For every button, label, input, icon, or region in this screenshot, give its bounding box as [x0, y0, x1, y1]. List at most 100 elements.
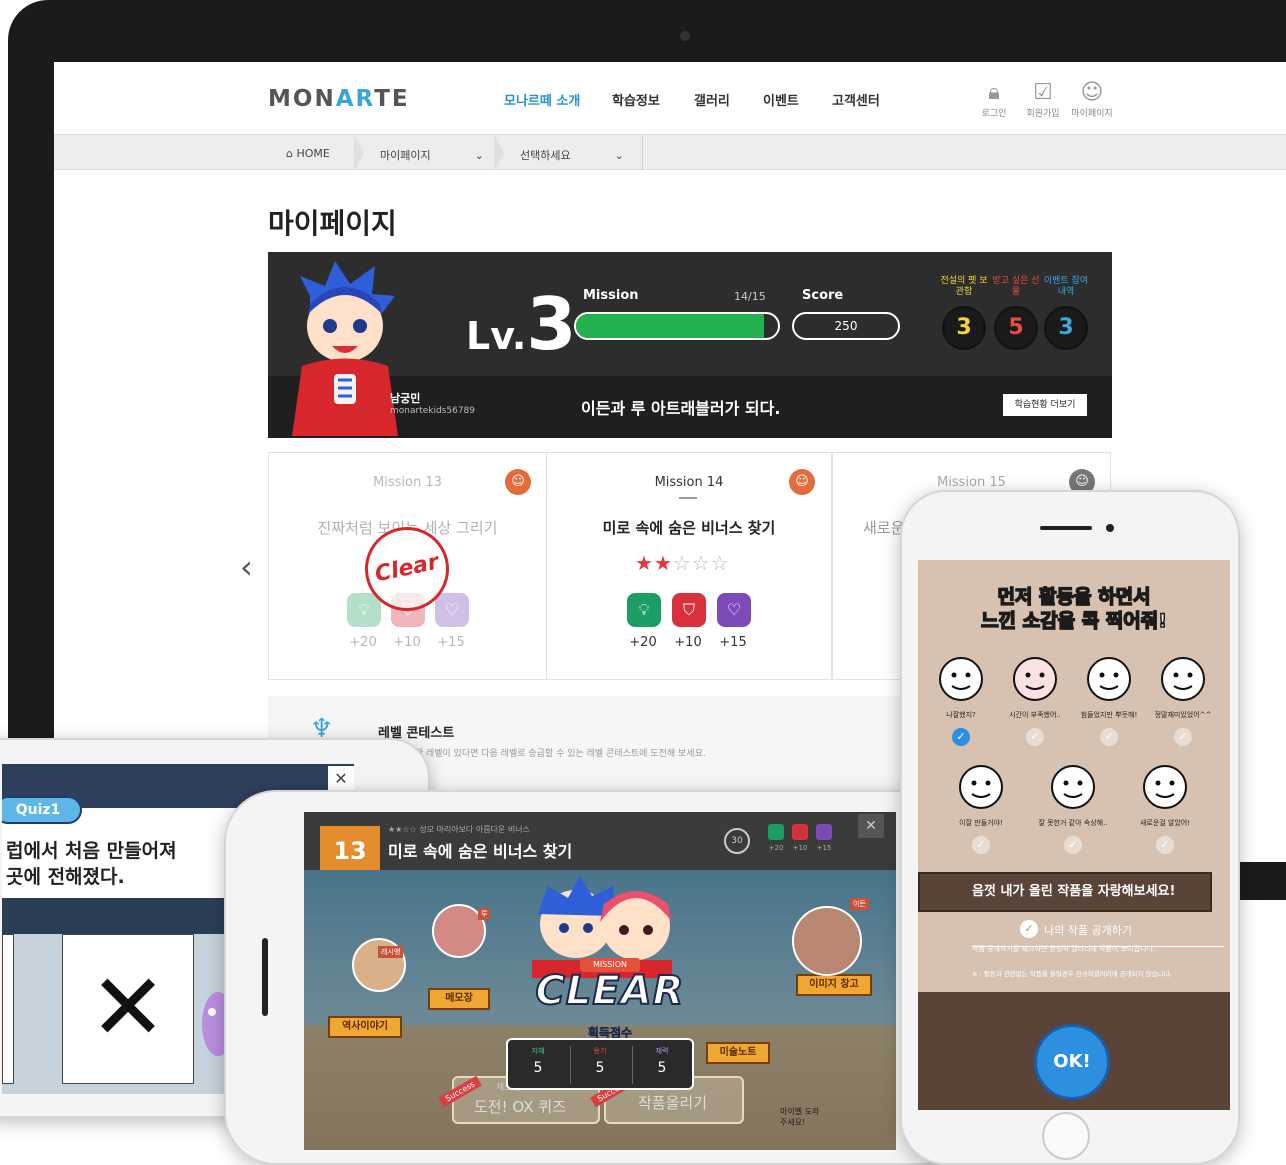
- emotion-radio[interactable]: ✓: [1026, 728, 1044, 746]
- close-icon[interactable]: ✕: [858, 814, 884, 838]
- nav-event[interactable]: 이벤트: [763, 90, 799, 109]
- share-checkbox[interactable]: ✓: [1020, 920, 1038, 938]
- close-icon[interactable]: ✕: [328, 766, 354, 792]
- mini-wealth-icon: [816, 824, 832, 840]
- emotion-radio[interactable]: ✓: [1156, 836, 1174, 854]
- sign-memo[interactable]: 메모장: [428, 988, 490, 1010]
- emotion-face-icon[interactable]: [1012, 656, 1058, 706]
- counter-pets[interactable]: 3: [942, 306, 986, 350]
- earned-label-courage: 용기: [593, 1047, 607, 1055]
- star-icon: ★: [635, 551, 654, 575]
- emotion-radio[interactable]: ✓: [952, 728, 970, 746]
- carousel-prev-icon[interactable]: ‹: [240, 548, 253, 586]
- page-title: 마이페이지: [268, 207, 397, 240]
- bubble-label: 레시앵: [378, 946, 404, 958]
- login-link[interactable]: 🔒︎ 로그인: [969, 80, 1019, 119]
- quiz-text-line-2: 곳에 전해졌다.: [6, 866, 125, 888]
- emotion-radio[interactable]: ✓: [1100, 728, 1118, 746]
- emotion-face-icon[interactable]: [1050, 764, 1096, 814]
- earned-value-wealth: 5: [657, 1060, 667, 1076]
- emotion-radio[interactable]: ✓: [972, 836, 990, 854]
- star-icon: ☆: [672, 551, 692, 575]
- points-wisdom: +20: [349, 635, 377, 650]
- counter-events[interactable]: 3: [1044, 306, 1088, 350]
- title-divider: [679, 497, 697, 499]
- breadcrumb-divider: [642, 135, 643, 171]
- answer-x-card[interactable]: ✕: [62, 934, 194, 1084]
- points-courage: +10: [674, 635, 702, 650]
- speaker-slot: [1040, 526, 1092, 530]
- front-camera: [1106, 524, 1114, 532]
- nav-support[interactable]: 고객센터: [832, 90, 880, 109]
- emotion-radio[interactable]: ✓: [1064, 836, 1082, 854]
- mission-card-14[interactable]: Mission 14 ☺ 미로 속에 숨은 비너스 찾기 ★★☆☆☆ 💡︎ ⛉ …: [546, 452, 832, 680]
- mascot-icon: ☺: [505, 469, 531, 495]
- courage-badge-icon: ⛉: [672, 593, 706, 627]
- emotion-label: 정말재미있었어^^: [1154, 711, 1212, 719]
- stage-title: 미로 속에 숨은 비너스 찾기: [388, 842, 573, 861]
- upload-work-label: 작품올리기: [638, 1094, 708, 1112]
- sign-history[interactable]: 역사이야기: [328, 1016, 402, 1038]
- sign-art-note[interactable]: 미술노트: [706, 1042, 770, 1064]
- home-button[interactable]: [1042, 1112, 1090, 1160]
- camera-dot: [680, 31, 690, 41]
- level-contest-desc: …을 완료한 레벨이 있다면 다음 레벨로 승급할 수 있는 레벨 콘테스트에 …: [378, 749, 706, 759]
- earned-value-wisdom: 5: [533, 1060, 543, 1076]
- feedback-title-1: 먼저 활동을 하면서: [997, 585, 1152, 609]
- game-phone: 13 ★★☆☆ 성모 마리아보다 아름다운 비너스 미로 속에 숨은 비너스 찾…: [224, 790, 970, 1165]
- points-wisdom: +20: [629, 635, 657, 650]
- mission-card-13[interactable]: Mission 13 ☺ 진짜처럼 보이는 세상 그리기 💡︎ ⛉ ♡ +20 …: [268, 452, 547, 680]
- nav-learning[interactable]: 학습정보: [612, 90, 660, 109]
- timer-icon: 30: [724, 828, 750, 854]
- counter-gifts[interactable]: 5: [994, 306, 1038, 350]
- breadcrumb-home[interactable]: ⌂ HOME: [286, 147, 330, 160]
- answer-o-card[interactable]: [2, 934, 14, 1084]
- counter-label-gifts: 받고 싶은 선물: [992, 276, 1040, 297]
- emotion-label: 힘들었지만 뿌듯해!: [1080, 711, 1138, 719]
- mission-label: Mission: [583, 288, 639, 303]
- emotion-face-icon[interactable]: [1142, 764, 1188, 814]
- divider: [632, 1046, 633, 1084]
- emotion-face-icon[interactable]: [938, 656, 984, 706]
- user-id: monartekids56789: [390, 406, 476, 416]
- earned-points-box: 지혜 용기 재력 5 5 5: [506, 1038, 694, 1090]
- star-icon: ☆: [710, 551, 730, 575]
- share-checkbox-label: 나의 작품 공개하기: [1044, 924, 1132, 937]
- emotion-face-icon[interactable]: [958, 764, 1004, 814]
- nav-gallery[interactable]: 갤러리: [694, 90, 730, 109]
- user-check-icon: ☑: [1033, 80, 1053, 105]
- mypage-link[interactable]: ☺ 마이페이지: [1067, 80, 1117, 119]
- wealth-badge-icon: ♡: [717, 593, 751, 627]
- level-display: Lv.3: [466, 282, 577, 366]
- star-icon: ☆: [691, 551, 711, 575]
- level-quote: 이든과 루 아트래블러가 되다.: [581, 399, 781, 418]
- star-rating: ★★☆☆☆: [635, 551, 730, 575]
- breadcrumb-select-1[interactable]: 마이페이지 ⌄: [380, 147, 484, 163]
- lock-icon: 🔒︎: [988, 80, 1000, 105]
- nav-about[interactable]: 모나르떼 소개: [504, 90, 580, 109]
- profile-banner: Lv.3 Mission 14/15 Score 250 전설의 펫 보관함 받…: [268, 252, 1112, 438]
- score-value: 250: [792, 312, 900, 340]
- emotion-radio[interactable]: ✓: [1174, 728, 1192, 746]
- earned-value-courage: 5: [595, 1060, 605, 1076]
- chevron-down-icon: ⌄: [614, 149, 624, 162]
- earned-label-wealth: 재력: [655, 1047, 669, 1055]
- chevron-down-icon: ⌄: [474, 149, 484, 162]
- feedback-title-2: 느낀 소감을 콕 찍어줘!: [980, 609, 1167, 633]
- logo[interactable]: MONARTE: [268, 86, 410, 112]
- ox-quiz-label: 도전! OX 퀴즈: [474, 1098, 566, 1116]
- signup-link[interactable]: ☑ 회원가입: [1018, 80, 1068, 119]
- earned-label-wisdom: 지혜: [531, 1047, 545, 1055]
- breadcrumb-select-2[interactable]: 선택하세요 ⌄: [520, 147, 624, 163]
- breadcrumb-divider: [354, 135, 364, 171]
- wealth-badge-icon: ♡: [435, 593, 469, 627]
- mission-name: 미로 속에 숨은 비너스 찾기: [602, 519, 776, 537]
- stage-meta: ★★☆☆ 성모 마리아보다 아름다운 비너스: [388, 825, 530, 834]
- sign-image-storage[interactable]: 이미지 창고: [796, 974, 872, 996]
- learning-status-more-button[interactable]: 학습현황 더보기: [1003, 394, 1087, 416]
- emotion-face-icon[interactable]: [1086, 656, 1132, 706]
- breadcrumb-divider: [494, 135, 504, 171]
- ok-button[interactable]: OK!: [1034, 1024, 1110, 1100]
- emotion-face-icon[interactable]: [1160, 656, 1206, 706]
- character-bubble: [792, 906, 862, 976]
